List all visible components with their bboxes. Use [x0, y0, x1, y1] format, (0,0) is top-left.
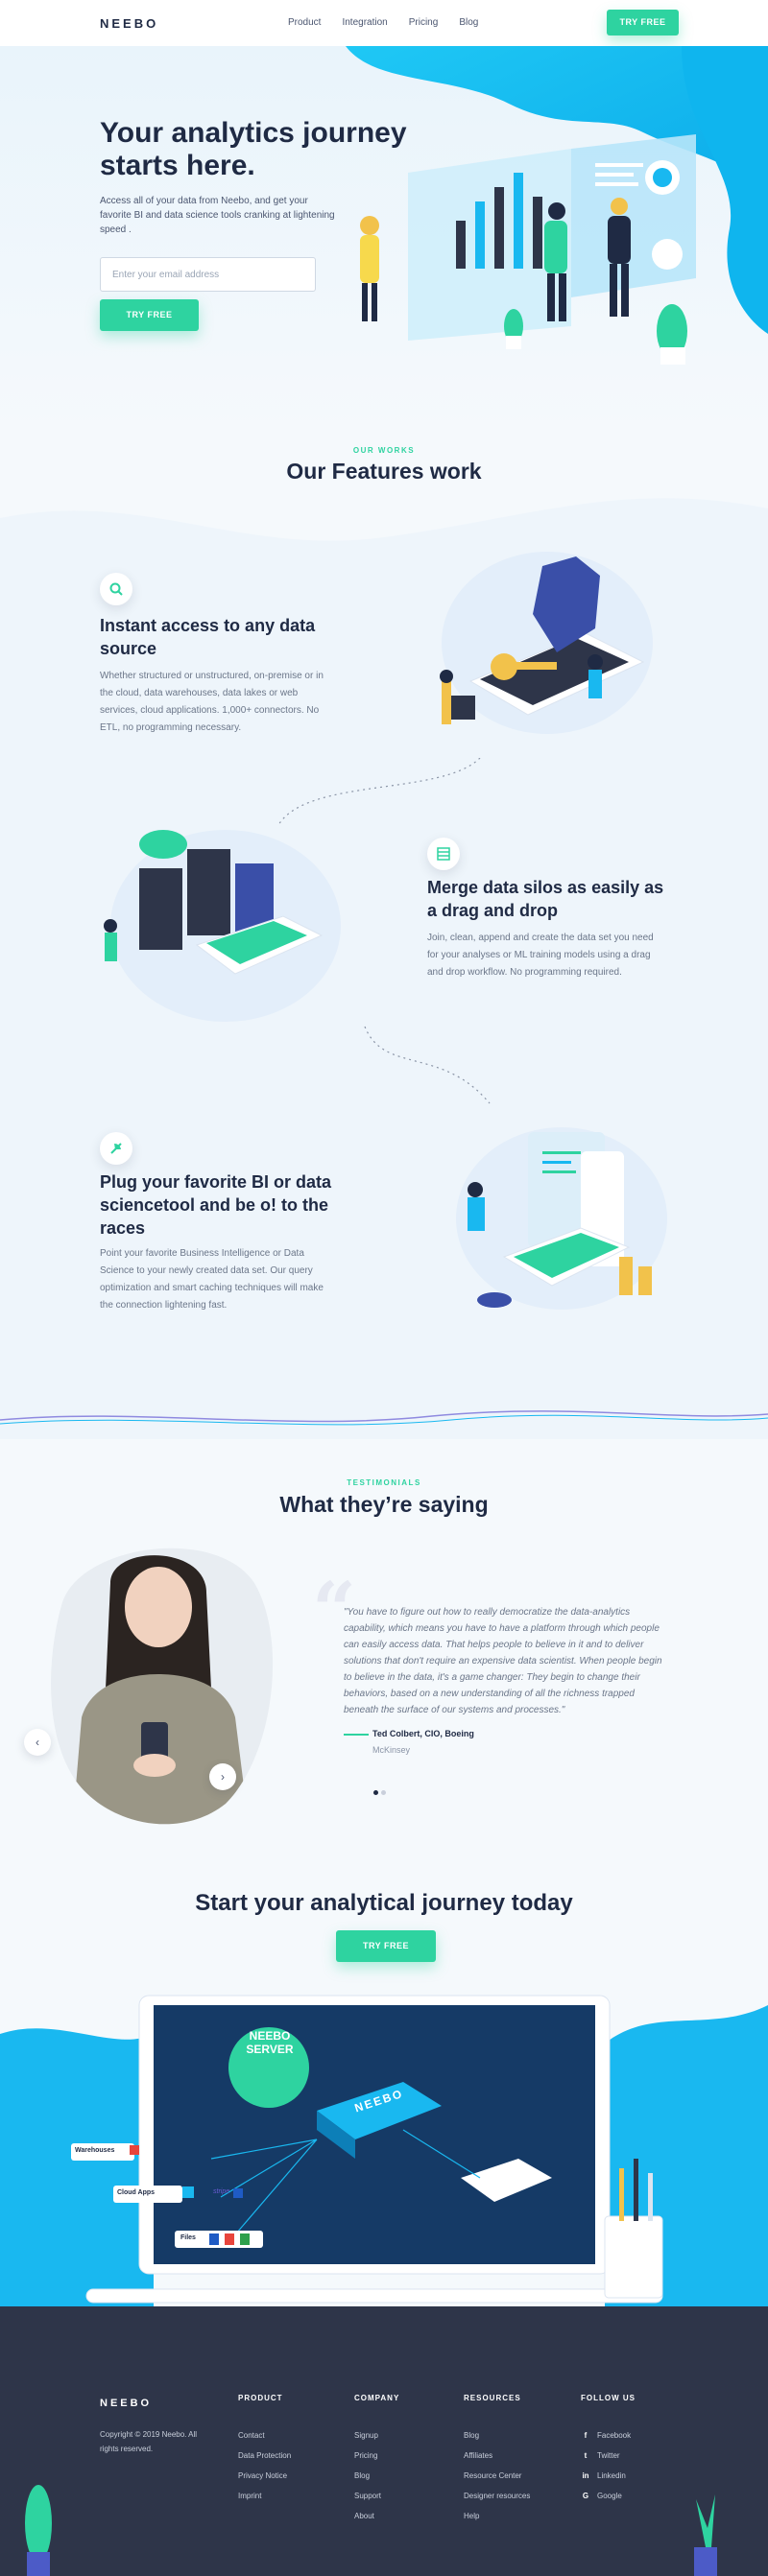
- plug-icon: [110, 1143, 122, 1154]
- server-badge-line2: SERVER: [246, 2043, 294, 2056]
- footer-product-heading: PRODUCT: [238, 2394, 283, 2402]
- author-divider: [344, 1734, 369, 1736]
- footer-link-imprint[interactable]: Imprint: [238, 2486, 291, 2506]
- footer-social-links: f Facebook t Twitter in Linkedin G Google: [581, 2425, 631, 2506]
- email-input[interactable]: [100, 257, 316, 292]
- footer-facebook-link[interactable]: f Facebook: [581, 2425, 631, 2446]
- feature-1-icon-badge: [100, 573, 132, 605]
- source-warehouses: Warehouses: [75, 2147, 115, 2154]
- testimonials-eyebrow: TESTIMONIALS: [347, 1478, 421, 1487]
- footer-link-data-protection[interactable]: Data Protection: [238, 2446, 291, 2466]
- nav-pricing[interactable]: Pricing: [409, 17, 439, 28]
- footer-linkedin-link[interactable]: in Linkedin: [581, 2466, 631, 2486]
- source-cloud-apps: Cloud Apps: [117, 2189, 156, 2196]
- facebook-label: Facebook: [597, 2431, 632, 2440]
- footer-plant-left: [25, 2485, 52, 2576]
- cta-title: Start your analytical journey today: [195, 1890, 573, 1916]
- testimonial-company: McKinsey: [372, 1745, 411, 1755]
- footer-company-links: Signup Pricing Blog Support About: [354, 2425, 381, 2526]
- logo[interactable]: NEEBO: [100, 16, 158, 31]
- search-icon: [109, 582, 123, 596]
- footer-resources-links: Blog Affiliates Resource Center Designer…: [464, 2425, 530, 2526]
- footer-link-resource-center[interactable]: Resource Center: [464, 2466, 530, 2486]
- footer-company-heading: COMPANY: [354, 2394, 400, 2402]
- section-divider-wave: [0, 1410, 768, 1426]
- footer-link-support[interactable]: Support: [354, 2486, 381, 2506]
- footer-link-signup[interactable]: Signup: [354, 2425, 381, 2446]
- cta-illustration: [0, 1995, 768, 2312]
- main-nav: Product Integration Pricing Blog: [288, 17, 478, 28]
- twitter-icon: t: [584, 2451, 588, 2460]
- feature-3-icon-badge: [100, 1132, 132, 1165]
- carousel-dot-active[interactable]: [373, 1790, 378, 1795]
- nav-product[interactable]: Product: [288, 17, 321, 28]
- stripe-logo: stripe: [213, 2188, 230, 2195]
- feature-2-title: Merge data silos as easily as a drag and…: [427, 878, 664, 920]
- cta-try-free-button[interactable]: TRY FREE: [336, 1930, 436, 1962]
- next-testimonial-button[interactable]: ›: [209, 1763, 236, 1790]
- hero-description: Access all of your data from Neebo, and …: [100, 196, 335, 235]
- footer-resources-heading: RESOURCES: [464, 2394, 521, 2402]
- source-files: Files: [180, 2234, 196, 2241]
- footer-link-privacy-notice[interactable]: Privacy Notice: [238, 2466, 291, 2486]
- footer-copyright: Copyright © 2019 Neebo. All rights reser…: [100, 2430, 198, 2453]
- testimonial-quote: "You have to figure out how to really de…: [344, 1607, 662, 1715]
- testimonials-title: What they’re saying: [279, 1492, 489, 1517]
- feature-3-description: Point your favorite Business Intelligenc…: [100, 1248, 324, 1311]
- footer-link-designer-resources[interactable]: Designer resources: [464, 2486, 530, 2506]
- footer-link-resources-blog[interactable]: Blog: [464, 2425, 530, 2446]
- nav-blog[interactable]: Blog: [459, 17, 478, 28]
- neebo-server-badge: NEEBO SERVER: [222, 2029, 318, 2056]
- testimonial-author: Ted Colbert, CIO, Boeing: [372, 1729, 474, 1738]
- feature-3-title: Plug your favorite BI or data sciencetoo…: [100, 1172, 332, 1238]
- chevron-right-icon: ›: [221, 1770, 225, 1784]
- feature-1-title: Instant access to any data source: [100, 616, 316, 658]
- footer-link-affiliates[interactable]: Affiliates: [464, 2446, 530, 2466]
- linkedin-label: Linkedin: [597, 2471, 626, 2480]
- footer-follow-heading: FOLLOW US: [581, 2394, 636, 2402]
- features-eyebrow: OUR WORKS: [352, 446, 416, 455]
- nav-integration[interactable]: Integration: [342, 17, 387, 28]
- table-icon: [437, 847, 450, 861]
- feature-2-servers-illustration: [104, 830, 341, 1022]
- feature-1-description: Whether structured or unstructured, on-p…: [100, 671, 324, 733]
- feature-1-security-illustration: [440, 552, 653, 734]
- footer-product-links: Contact Data Protection Privacy Notice I…: [238, 2425, 291, 2506]
- footer-link-contact[interactable]: Contact: [238, 2425, 291, 2446]
- footer-twitter-link[interactable]: t Twitter: [581, 2446, 631, 2466]
- server-badge-line1: NEEBO: [249, 2029, 291, 2043]
- chevron-left-icon: ‹: [36, 1736, 39, 1749]
- feature-2-description: Join, clean, append and create the data …: [427, 933, 654, 978]
- footer-link-about[interactable]: About: [354, 2506, 381, 2526]
- google-icon: G: [582, 2492, 589, 2500]
- prev-testimonial-button[interactable]: ‹: [24, 1729, 51, 1756]
- testimonial-photo: [51, 1548, 274, 1825]
- carousel-dot[interactable]: [381, 1790, 386, 1795]
- header-try-free-button[interactable]: TRY FREE: [607, 10, 679, 35]
- facebook-icon: f: [584, 2431, 588, 2440]
- feature-2-icon-badge: [427, 838, 460, 870]
- footer-plant-right: [694, 2494, 717, 2576]
- footer-link-pricing[interactable]: Pricing: [354, 2446, 381, 2466]
- google-label: Google: [597, 2492, 622, 2500]
- footer-google-link[interactable]: G Google: [581, 2486, 631, 2506]
- footer-link-blog[interactable]: Blog: [354, 2466, 381, 2486]
- twitter-label: Twitter: [597, 2451, 620, 2460]
- footer-logo[interactable]: NEEBO: [100, 2398, 152, 2409]
- footer-link-help[interactable]: Help: [464, 2506, 530, 2526]
- linkedin-icon: in: [582, 2471, 589, 2480]
- site-header: NEEBO Product Integration Pricing Blog T…: [0, 0, 768, 46]
- hero-analytics-illustration: [360, 134, 696, 365]
- hero-try-free-button[interactable]: TRY FREE: [100, 299, 199, 331]
- feature-3-bi-illustration: [456, 1127, 667, 1310]
